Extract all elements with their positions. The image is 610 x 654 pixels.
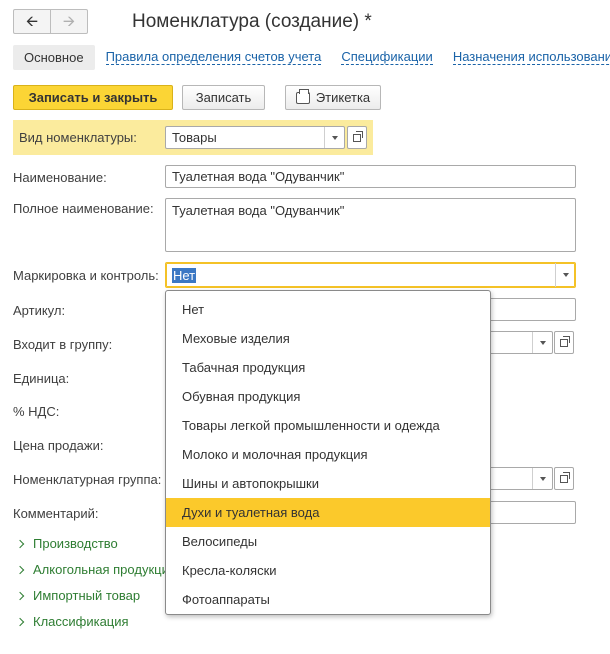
dropdown-option[interactable]: Обувная продукция (166, 382, 490, 411)
tab-bar: Основное Правила определения счетов учет… (13, 43, 610, 71)
marking-label: Маркировка и контроль: (13, 268, 159, 283)
history-nav: 🡨 🡪 (13, 9, 88, 34)
dropdown-option[interactable]: Велосипеды (166, 527, 490, 556)
price-label: Цена продажи: (13, 438, 104, 453)
nom-group-label: Номенклатурная группа: (13, 472, 162, 487)
chevron-right-icon (15, 617, 25, 626)
section-import[interactable]: Импортный товар (15, 588, 141, 603)
dropdown-option[interactable]: Кресла-коляски (166, 556, 490, 585)
back-button[interactable]: 🡨 (14, 10, 50, 33)
chevron-right-icon (15, 565, 25, 574)
dropdown-option[interactable]: Меховые изделия (166, 324, 490, 353)
chevron-down-icon (539, 476, 546, 481)
vat-label: % НДС: (13, 404, 60, 419)
group-label: Входит в группу: (13, 337, 113, 352)
full-name-label: Полное наименование: (13, 201, 154, 216)
kind-open-button[interactable] (347, 126, 367, 149)
section-production[interactable]: Производство (15, 536, 118, 551)
kind-select[interactable]: Товары (165, 126, 345, 149)
save-and-close-button[interactable]: Записать и закрыть (13, 85, 173, 110)
marking-value: Нет (172, 267, 197, 283)
section-label: Алкогольная продукция (33, 562, 176, 577)
dropdown-option[interactable]: Товары легкой промышленности и одежда (166, 411, 490, 440)
tab-specifications[interactable]: Спецификации (341, 49, 433, 65)
tab-main[interactable]: Основное (13, 44, 95, 70)
comment-label: Комментарий: (13, 506, 99, 521)
printer-icon (295, 88, 310, 104)
dropdown-option[interactable]: Фотоаппараты (166, 585, 490, 614)
unit-label: Единица: (13, 371, 70, 386)
print-label-text: Этикетка (315, 90, 371, 105)
article-label: Артикул: (13, 303, 66, 318)
marking-dropdown-button[interactable] (555, 263, 575, 287)
tab-account-rules[interactable]: Правила определения счетов учета (105, 49, 322, 65)
tab-usage-purposes[interactable]: Назначения использования (452, 49, 610, 65)
section-classification[interactable]: Классификация (15, 614, 129, 629)
dropdown-option[interactable]: Табачная продукция (166, 353, 490, 382)
open-external-icon (353, 130, 363, 142)
chevron-down-icon (331, 135, 338, 140)
group-dropdown-button[interactable] (532, 332, 552, 353)
group-open-button[interactable] (554, 331, 574, 354)
nom-group-dropdown-button[interactable] (532, 468, 552, 489)
chevron-right-icon (15, 539, 25, 548)
section-alcohol[interactable]: Алкогольная продукция (15, 562, 176, 577)
full-name-value: Туалетная вода "Одуванчик" (172, 203, 345, 218)
open-external-icon (560, 335, 570, 347)
nom-group-open-button[interactable] (554, 467, 574, 490)
save-button[interactable]: Записать (182, 85, 265, 110)
name-value: Туалетная вода "Одуванчик" (172, 169, 345, 184)
marking-dropdown-list: Нет Меховые изделия Табачная продукция О… (165, 290, 491, 615)
open-external-icon (560, 471, 570, 483)
marking-select[interactable]: Нет (165, 262, 576, 288)
page-title: Номенклатура (создание) * (132, 11, 372, 32)
dropdown-option[interactable]: Шины и автопокрышки (166, 469, 490, 498)
kind-label: Вид номенклатуры: (19, 130, 137, 145)
forward-button[interactable]: 🡪 (50, 10, 87, 33)
kind-value: Товары (172, 130, 217, 145)
dropdown-option[interactable]: Молоко и молочная продукция (166, 440, 490, 469)
name-input[interactable]: Туалетная вода "Одуванчик" (165, 165, 576, 188)
dropdown-option[interactable]: Нет (166, 295, 490, 324)
arrow-right-icon: 🡪 (62, 13, 76, 30)
chevron-down-icon (539, 340, 546, 345)
section-label: Импортный товар (33, 588, 141, 603)
dropdown-option-highlighted[interactable]: Духи и туалетная вода (166, 498, 490, 527)
section-label: Производство (33, 536, 118, 551)
name-label: Наименование: (13, 170, 107, 185)
full-name-textarea[interactable]: Туалетная вода "Одуванчик" (165, 198, 576, 252)
arrow-left-icon: 🡨 (25, 13, 39, 30)
section-label: Классификация (33, 614, 129, 629)
print-label-button[interactable]: Этикетка (285, 85, 381, 110)
chevron-right-icon (15, 591, 25, 600)
chevron-down-icon (562, 273, 569, 277)
kind-dropdown-button[interactable] (324, 127, 344, 148)
